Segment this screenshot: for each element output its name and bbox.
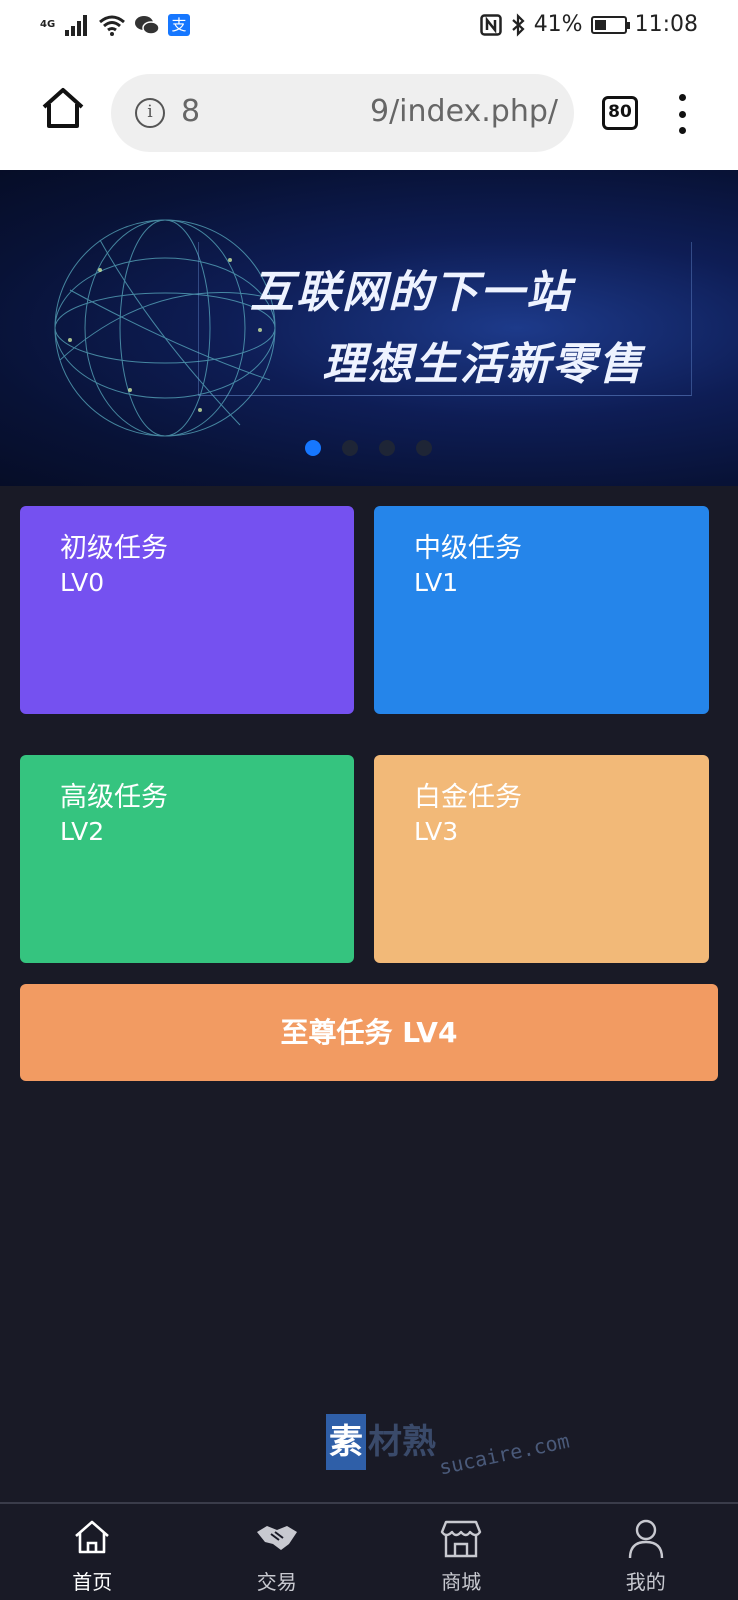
status-bar: 4G 支 41% 11:08	[0, 0, 738, 56]
task-card-lv2[interactable]: 高级任务 LV2	[20, 755, 354, 963]
task-title: 白金任务	[414, 782, 522, 813]
url-text: 9/index.php/	[369, 94, 558, 129]
watermark-box: 素	[326, 1414, 366, 1470]
nav-label: 我的	[625, 1570, 666, 1594]
wifi-icon	[99, 15, 125, 36]
handshake-icon	[256, 1526, 297, 1550]
carousel-dot[interactable]	[416, 440, 432, 456]
nav-label: 首页	[72, 1570, 113, 1594]
task-level: LV2	[60, 817, 105, 846]
watermark-logo: 素 材熟 sucaire.com	[326, 1414, 572, 1480]
user-icon	[628, 1519, 663, 1559]
banner-carousel[interactable]: 互联网的下一站 理想生活新零售	[0, 170, 738, 486]
tabs-count-button[interactable]: 80	[602, 96, 638, 130]
browser-menu-button[interactable]	[672, 94, 692, 134]
battery-percent: 41%	[533, 12, 583, 37]
nav-label: 交易	[256, 1570, 297, 1594]
battery-icon	[590, 15, 630, 34]
task-level: LV3	[414, 817, 459, 846]
menu-dot-icon	[678, 110, 686, 118]
task-title: 初级任务	[60, 533, 168, 564]
nav-item-mine[interactable]: 我的	[554, 1504, 738, 1600]
task-card-lv1[interactable]: 中级任务 LV1	[374, 506, 709, 714]
nav-item-shop[interactable]: 商城	[369, 1504, 554, 1600]
nav-item-home[interactable]: 首页	[0, 1504, 185, 1600]
watermark-url: sucaire.com	[436, 1428, 572, 1480]
bottom-navigation: 首页 交易 商城 我的	[0, 1502, 738, 1600]
browser-home-button[interactable]	[40, 86, 90, 136]
address-bar[interactable]: i 8 9/index.php/	[111, 74, 574, 152]
signal-icon	[65, 15, 87, 36]
task-card-lv0[interactable]: 初级任务 LV0	[20, 506, 354, 714]
carousel-dot[interactable]	[379, 440, 395, 456]
carousel-indicators	[305, 440, 432, 456]
home-icon	[42, 88, 84, 128]
url-prefix: 8	[181, 94, 201, 129]
watermark-text: 材熟	[368, 1422, 436, 1462]
wechat-icon	[135, 16, 160, 35]
nav-item-trade[interactable]: 交易	[185, 1504, 370, 1600]
banner-subheadline: 理想生活新零售	[322, 339, 644, 390]
shop-icon	[441, 1520, 482, 1558]
bluetooth-icon	[511, 12, 525, 37]
status-icons-left: 4G 支	[40, 14, 190, 36]
carousel-dot[interactable]	[342, 440, 358, 456]
task-card-lv3[interactable]: 白金任务 LV3	[374, 755, 709, 963]
carousel-dot[interactable]	[305, 440, 321, 456]
alipay-icon: 支	[168, 14, 190, 36]
network-type: 4G	[40, 19, 56, 30]
task-level: LV1	[414, 568, 459, 597]
nfc-icon	[479, 13, 502, 36]
task-title: 中级任务	[414, 533, 522, 564]
supreme-task-button[interactable]: 至尊任务 LV4	[20, 984, 718, 1081]
battery-level	[594, 19, 606, 30]
status-icons-right: 41% 11:08	[479, 12, 698, 37]
clock: 11:08	[634, 12, 698, 37]
browser-toolbar: i 8 9/index.php/ 80	[0, 56, 738, 170]
home-icon	[75, 1520, 110, 1554]
nav-label: 商城	[441, 1570, 482, 1594]
menu-dot-icon	[678, 94, 686, 101]
info-icon[interactable]: i	[135, 98, 165, 128]
task-title: 高级任务	[60, 782, 168, 813]
menu-dot-icon	[678, 127, 686, 134]
banner-headline: 互联网的下一站	[250, 267, 572, 318]
task-level: LV0	[60, 568, 105, 597]
